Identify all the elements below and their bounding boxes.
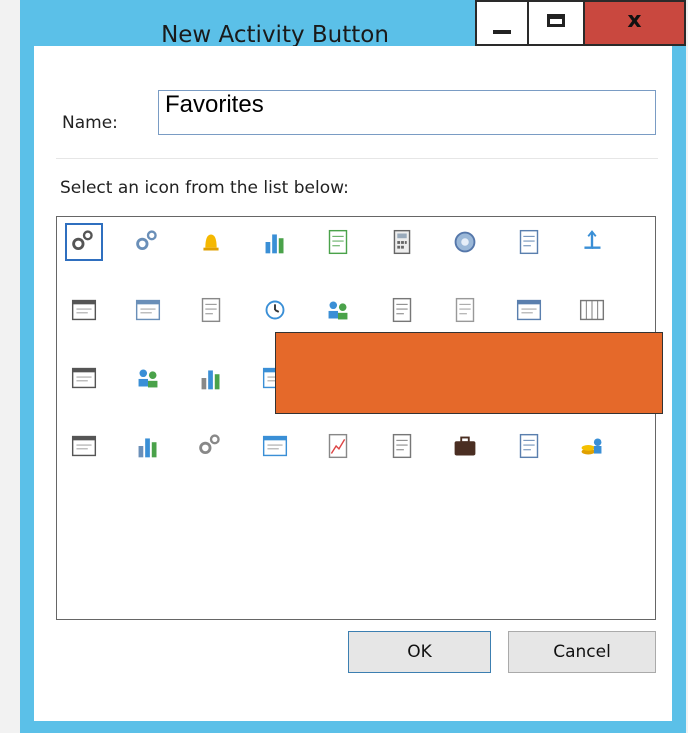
name-input[interactable]: Favorites xyxy=(158,90,656,135)
cancel-button[interactable]: Cancel xyxy=(508,631,656,673)
window-title: New Activity Button xyxy=(161,22,389,48)
dialog-window: New Activity Button x Name: Favorites Se… xyxy=(20,0,686,733)
coins-user-icon[interactable] xyxy=(573,427,611,465)
list-window-icon[interactable] xyxy=(65,359,103,397)
table-columns-icon[interactable] xyxy=(573,291,611,329)
add-list-icon[interactable] xyxy=(129,291,167,329)
close-icon: x xyxy=(627,8,642,33)
document-check-icon[interactable] xyxy=(510,223,548,261)
form-icon[interactable] xyxy=(510,291,548,329)
dialog-content: Name: Favorites Select an icon from the … xyxy=(34,46,672,721)
page-icon[interactable] xyxy=(192,291,230,329)
chart-search-icon[interactable] xyxy=(256,223,294,261)
briefcase-icon[interactable] xyxy=(446,427,484,465)
window-abc-icon[interactable] xyxy=(256,427,294,465)
report-icon[interactable] xyxy=(319,223,357,261)
redaction-overlay xyxy=(275,332,663,414)
globe-icon[interactable] xyxy=(446,223,484,261)
line-chart-icon[interactable] xyxy=(319,427,357,465)
users-document-icon[interactable] xyxy=(319,291,357,329)
grid-settings-icon[interactable] xyxy=(65,427,103,465)
icon-list[interactable] xyxy=(56,216,656,620)
gears-icon-2[interactable] xyxy=(192,427,230,465)
gears-icon[interactable] xyxy=(65,223,103,261)
separator xyxy=(56,158,658,159)
flow-arrow-icon[interactable] xyxy=(573,223,611,261)
table-doc-icon[interactable] xyxy=(383,427,421,465)
people-icon[interactable] xyxy=(129,359,167,397)
minimize-icon xyxy=(493,30,511,34)
maximize-icon xyxy=(547,14,565,27)
maximize-button[interactable] xyxy=(527,0,585,46)
document-truck-icon[interactable] xyxy=(383,291,421,329)
bar-chart-icon[interactable] xyxy=(129,427,167,465)
wallet-icon[interactable] xyxy=(446,291,484,329)
calculator-icon[interactable] xyxy=(383,223,421,261)
icon-list-label: Select an icon from the list below: xyxy=(60,178,349,198)
document-play-icon[interactable] xyxy=(65,291,103,329)
close-button[interactable]: x xyxy=(585,0,686,46)
spreadsheet-icon[interactable] xyxy=(510,427,548,465)
gear-user-icon[interactable] xyxy=(129,223,167,261)
name-label: Name: xyxy=(62,113,118,133)
color-bars-icon[interactable] xyxy=(192,359,230,397)
bell-icon[interactable] xyxy=(192,223,230,261)
ok-button[interactable]: OK xyxy=(348,631,491,673)
history-icon[interactable] xyxy=(256,291,294,329)
minimize-button[interactable] xyxy=(475,0,527,46)
